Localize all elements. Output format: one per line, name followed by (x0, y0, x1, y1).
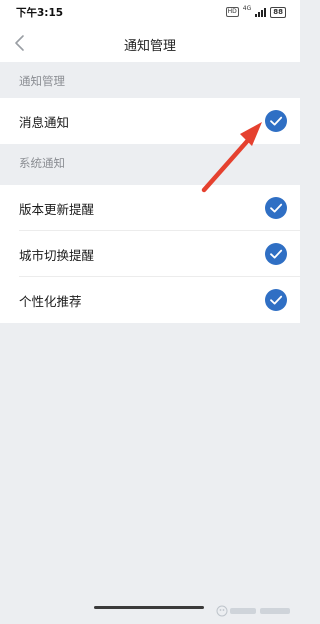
checkmark-icon[interactable] (265, 197, 287, 219)
toggle-row-message-notification[interactable]: 消息通知 (0, 98, 300, 144)
toggle-row-city-switch[interactable]: 城市切换提醒 (0, 231, 300, 277)
battery-icon: 88 (270, 6, 286, 18)
signal-icon (255, 7, 267, 17)
checkmark-icon[interactable] (265, 110, 287, 132)
section-header-system-notification: 系统通知 (0, 144, 300, 180)
toggle-row-version-update[interactable]: 版本更新提醒 (0, 185, 300, 231)
section-header-label: 通知管理 (19, 74, 65, 88)
home-indicator (94, 606, 204, 609)
row-label: 消息通知 (19, 115, 70, 130)
checkmark-icon[interactable] (265, 243, 287, 265)
row-label: 版本更新提醒 (19, 202, 95, 217)
section-header-label: 系统通知 (19, 156, 65, 170)
nav-bar: 通知管理 (0, 24, 300, 62)
checkmark-icon[interactable] (265, 289, 287, 311)
status-time: 下午3:15 (16, 7, 64, 19)
row-label: 个性化推荐 (19, 294, 82, 309)
section-header-notification-management: 通知管理 (0, 62, 300, 98)
page-title: 通知管理 (123, 39, 176, 54)
row-label: 城市切换提醒 (19, 248, 95, 263)
toggle-row-personalized-recommendation[interactable]: 个性化推荐 (0, 277, 300, 323)
hd-badge: HD (225, 7, 239, 17)
status-bar: 下午3:15 HD 4G 88 (0, 0, 300, 24)
status-icons: HD 4G 88 (225, 5, 286, 18)
watermark-logo-icon (216, 605, 290, 617)
network-type-label: 4G (242, 5, 252, 12)
battery-level: 88 (273, 7, 283, 16)
